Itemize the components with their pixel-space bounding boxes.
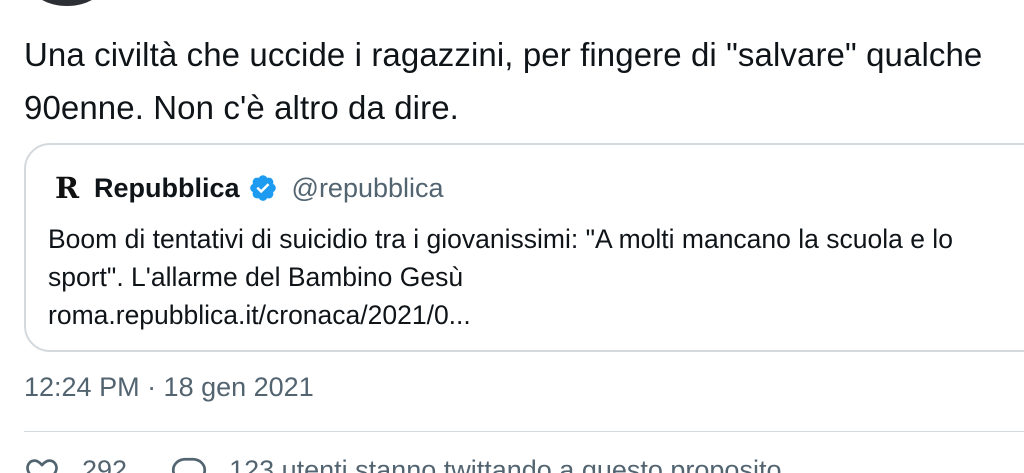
- quoted-tweet-header: R Repubblica @repubblica: [54, 169, 444, 207]
- heart-icon[interactable]: [24, 454, 60, 473]
- tweet-timestamp[interactable]: 12:24 PM · 18 gen 2021: [24, 372, 314, 403]
- quoted-tweet-card[interactable]: R Repubblica @repubblica Boom di tentati…: [24, 143, 1024, 352]
- conversation-count[interactable]: 123 utenti stanno twittando a questo pro…: [229, 450, 781, 473]
- tweet-detail: Una civiltà che uccide i ragazzini, per …: [0, 0, 1024, 473]
- quoted-tweet-text: Boom di tentativi di suicidio tra i giov…: [48, 224, 953, 292]
- quoted-author-handle: @repubblica: [291, 172, 444, 203]
- repubblica-logo-icon: R: [54, 171, 80, 205]
- like-count: 292: [82, 455, 128, 473]
- quoted-tweet-link[interactable]: roma.repubblica.it/cronaca/2021/0...: [48, 296, 1008, 334]
- quoted-tweet-body: Boom di tentativi di suicidio tra i giov…: [48, 220, 1008, 334]
- speech-bubble-icon[interactable]: [171, 454, 207, 473]
- quoted-author-name[interactable]: Repubblica: [94, 173, 240, 204]
- tweet-text: Una civiltà che uccide i ragazzini, per …: [24, 36, 983, 126]
- divider: [24, 431, 1024, 432]
- verified-badge-icon: [249, 175, 276, 201]
- tweet-stats: 292 123 utenti stanno twittando a questo…: [24, 450, 781, 473]
- avatar[interactable]: [30, 0, 104, 6]
